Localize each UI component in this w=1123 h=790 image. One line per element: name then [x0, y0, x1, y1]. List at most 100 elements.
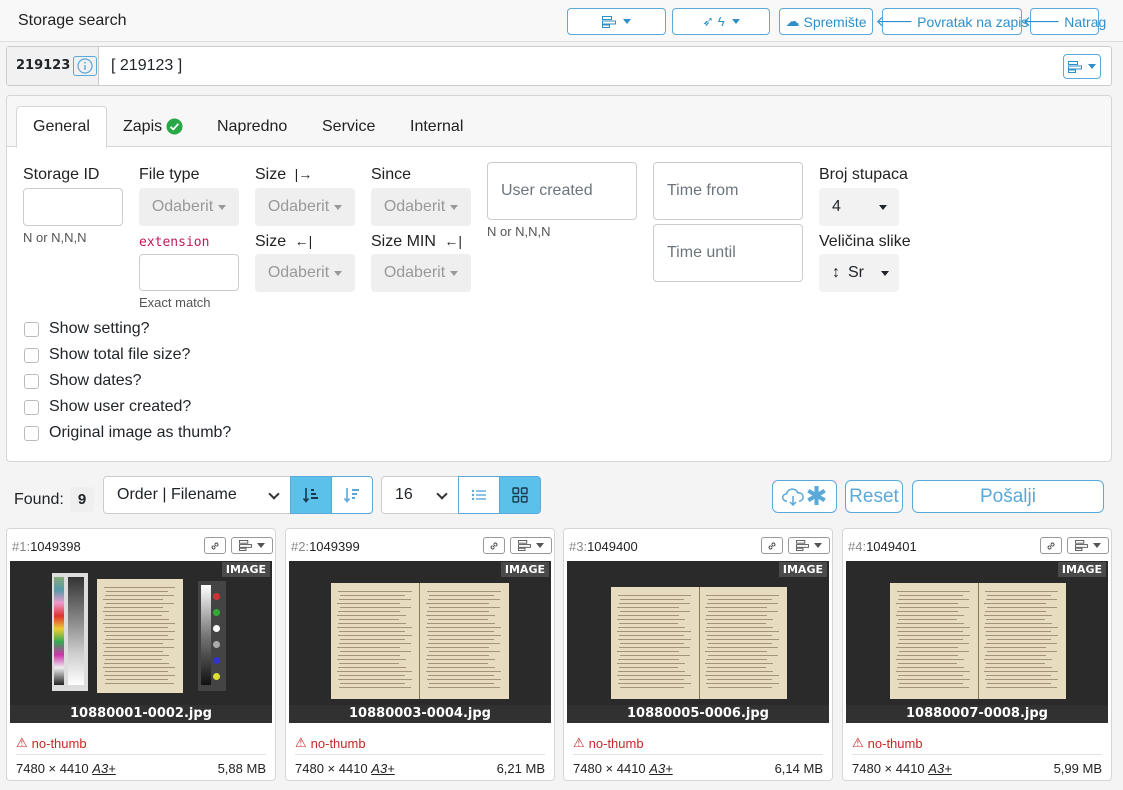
handwriting-line: [429, 651, 500, 652]
handwriting-line: [104, 619, 169, 620]
checkbox-box[interactable]: [24, 399, 39, 415]
handwriting-line: [620, 599, 684, 600]
handwriting-line: [106, 603, 174, 604]
back-to-record-button[interactable]: 🡐 Povratak na zapis: [876, 8, 1028, 35]
storage-id-input[interactable]: [23, 188, 123, 226]
record-layout-menu-button[interactable]: [1063, 54, 1101, 79]
card-menu-button[interactable]: [1067, 537, 1109, 554]
card-menu-button[interactable]: [231, 537, 273, 554]
link-icon[interactable]: [761, 537, 783, 554]
card-thumbnail[interactable]: IMAGE 10880003-0004.jpg: [289, 561, 551, 723]
tab-zapis[interactable]: Zapis: [107, 106, 199, 147]
card-index: #2:: [291, 539, 310, 554]
show-setting-checkbox[interactable]: Show setting?: [24, 320, 150, 338]
extension-input[interactable]: [139, 254, 239, 291]
handwriting-line: [428, 675, 494, 676]
handwriting-line: [896, 615, 964, 616]
no-thumb-warning: ⚠ no-thumb: [16, 735, 87, 751]
size-from-label: Size |→: [255, 166, 312, 184]
card-thumbnail[interactable]: IMAGE 10880001-0002.jpg: [10, 561, 272, 723]
handwriting-line: [428, 643, 500, 644]
per-page-select[interactable]: 16: [381, 476, 459, 514]
handwriting-line: [898, 631, 963, 632]
link-icon[interactable]: [1040, 537, 1062, 554]
handwriting-line: [706, 627, 773, 628]
back-button[interactable]: 🡐 Natrag: [1023, 8, 1106, 35]
sort-ascending-button[interactable]: [290, 476, 332, 514]
handwriting-line: [428, 687, 500, 688]
handwriting-line: [707, 603, 778, 604]
extension-label: extension: [139, 235, 210, 250]
time-until-input[interactable]: Time until: [653, 224, 803, 282]
send-button[interactable]: Pošalji: [912, 480, 1104, 513]
user-created-input[interactable]: User created: [487, 162, 637, 220]
result-card[interactable]: #1:1049398 IMAGE 10880001-0002.jpg ⚠ no-t…: [6, 528, 276, 781]
card-menu-button[interactable]: [788, 537, 830, 554]
checkbox-box[interactable]: [24, 373, 39, 389]
original-image-thumb-checkbox[interactable]: Original image as thumb?: [24, 424, 231, 442]
show-total-file-size-checkbox[interactable]: Show total file size?: [24, 346, 190, 364]
tab-napredno[interactable]: Napredno: [201, 106, 303, 147]
time-from-input[interactable]: Time from: [653, 162, 803, 220]
card-id[interactable]: 1049401: [866, 539, 917, 554]
warning-text: no-thumb: [867, 735, 923, 751]
image-size-select[interactable]: ↕ Sr: [819, 254, 899, 292]
cloud-download-all-button[interactable]: ✱: [772, 480, 837, 513]
handwriting-line: [619, 679, 684, 680]
checkbox-box[interactable]: [24, 425, 39, 441]
card-filename: 10880001-0002.jpg: [10, 705, 272, 723]
result-card[interactable]: #3:1049400 IMAGE 10880005-0006.jpg ⚠ no-t…: [563, 528, 833, 781]
reset-button[interactable]: Reset: [845, 480, 903, 513]
card-thumbnail[interactable]: IMAGE 10880007-0008.jpg: [846, 561, 1108, 723]
found-label: Found:: [14, 490, 64, 508]
tab-service[interactable]: Service: [306, 106, 391, 147]
size-from-dropdown[interactable]: Odaberit: [255, 188, 355, 226]
handwriting-line: [618, 659, 679, 660]
handwriting-line: [899, 651, 969, 652]
show-dates-checkbox[interactable]: Show dates?: [24, 372, 142, 390]
link-icon[interactable]: [204, 537, 226, 554]
order-value: Order | Filename: [117, 486, 237, 503]
card-file-size: 5,88 MB: [217, 761, 266, 776]
tab-general[interactable]: General: [16, 106, 107, 148]
tab-internal[interactable]: Internal: [394, 106, 479, 147]
list-view-button[interactable]: [458, 476, 500, 514]
info-icon[interactable]: [73, 56, 97, 76]
result-card[interactable]: #2:1049399 IMAGE 10880003-0004.jpg ⚠ no-t…: [285, 528, 555, 781]
card-id[interactable]: 1049399: [309, 539, 360, 554]
layout-menu-button[interactable]: [567, 8, 666, 35]
per-page-value: 16: [395, 486, 413, 503]
tab-internal-label: Internal: [410, 117, 464, 135]
storage-button[interactable]: ☁ Spremište: [779, 8, 873, 35]
arrow-left-icon: 🡐: [1022, 13, 1061, 29]
handwriting-line: [705, 675, 779, 676]
checkbox-box[interactable]: [24, 321, 39, 337]
handwriting-line: [985, 611, 1046, 612]
show-user-created-checkbox[interactable]: Show user created?: [24, 398, 191, 416]
grid-view-button[interactable]: [499, 476, 541, 514]
card-menu-button[interactable]: [510, 537, 552, 554]
size-to-dropdown[interactable]: Odaberit: [255, 254, 355, 292]
handwriting-line: [898, 619, 957, 620]
order-select[interactable]: Order | Filename: [103, 476, 291, 514]
checkbox-label: Show total file size?: [49, 346, 191, 363]
result-card[interactable]: #4:1049401 IMAGE 10880007-0008.jpg ⚠ no-t…: [842, 528, 1112, 781]
handwriting-line: [897, 611, 958, 612]
actions-menu-button[interactable]: ➶ ϟ: [672, 8, 770, 35]
format-value: A3+: [928, 761, 952, 776]
card-id[interactable]: 1049400: [587, 539, 638, 554]
checkbox-box[interactable]: [24, 347, 39, 363]
link-icon[interactable]: [483, 537, 505, 554]
layout-icon: [1068, 60, 1082, 73]
handwriting-line: [986, 643, 1057, 644]
card-thumbnail[interactable]: IMAGE 10880005-0006.jpg: [567, 561, 829, 723]
since-dropdown[interactable]: Odaberit: [371, 188, 471, 226]
columns-select[interactable]: 4: [819, 188, 899, 226]
sort-descending-button[interactable]: [331, 476, 373, 514]
handwriting-line: [337, 647, 400, 648]
handwriting-line: [705, 651, 767, 652]
card-id[interactable]: 1049398: [30, 539, 81, 554]
size-min-dropdown[interactable]: Odaberit: [371, 254, 471, 292]
card-filename: 10880007-0008.jpg: [846, 705, 1108, 723]
file-type-dropdown[interactable]: Odaberit: [139, 188, 239, 226]
